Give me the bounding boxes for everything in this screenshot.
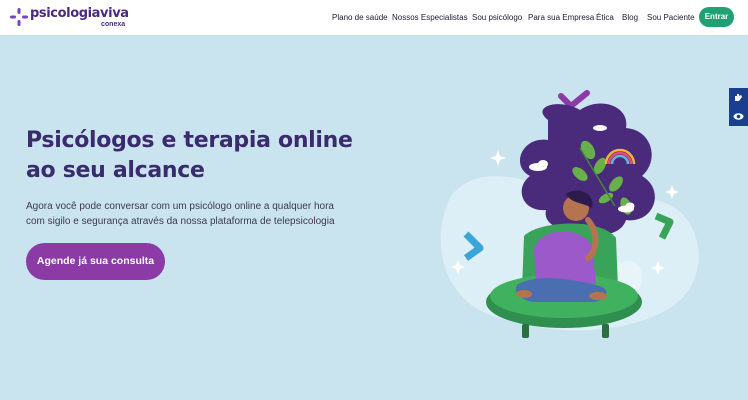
- nav-sou-psicologo[interactable]: Sou psicólogo: [472, 12, 522, 24]
- logo-mark-icon: [10, 8, 28, 26]
- hero-title-line-1: Psicólogos e terapia online: [26, 128, 353, 153]
- brand-logo[interactable]: psicologiaviva conexa: [10, 6, 129, 30]
- hero-subtitle: Agora você pode conversar com um psicólo…: [26, 199, 386, 229]
- hero-subtitle-line-2: com sigilo e segurança através da nossa …: [26, 216, 335, 227]
- book-consultation-button[interactable]: Agende já sua consulta: [26, 243, 165, 280]
- brand-sub: conexa: [101, 21, 126, 28]
- sign-language-button[interactable]: [729, 88, 748, 107]
- nav-para-sua-empresa[interactable]: Para sua Empresa: [528, 12, 594, 24]
- hero-subtitle-line-1: Agora você pode conversar com um psicólo…: [26, 201, 334, 212]
- hero-title-line-2: ao seu alcance: [26, 158, 205, 183]
- eye-icon: [733, 113, 744, 120]
- login-button[interactable]: Entrar: [699, 7, 734, 27]
- nav-plano-de-saude[interactable]: Plano de saúde: [332, 12, 388, 24]
- top-navbar: psicologiaviva conexa Plano de saúde Nos…: [0, 0, 748, 35]
- nav-sou-paciente[interactable]: Sou Paciente: [647, 12, 695, 24]
- nav-blog[interactable]: Blog: [622, 12, 638, 24]
- nav-etica[interactable]: Ética: [596, 12, 614, 24]
- visual-accessibility-button[interactable]: [729, 107, 748, 126]
- hero-illustration: [440, 90, 699, 338]
- brand-name: psicologiaviva: [30, 6, 129, 21]
- hero-title: Psicólogos e terapia online ao seu alcan…: [26, 126, 386, 186]
- sign-language-icon: [735, 94, 742, 101]
- nav-nossos-especialistas[interactable]: Nossos Especialistas: [392, 12, 468, 24]
